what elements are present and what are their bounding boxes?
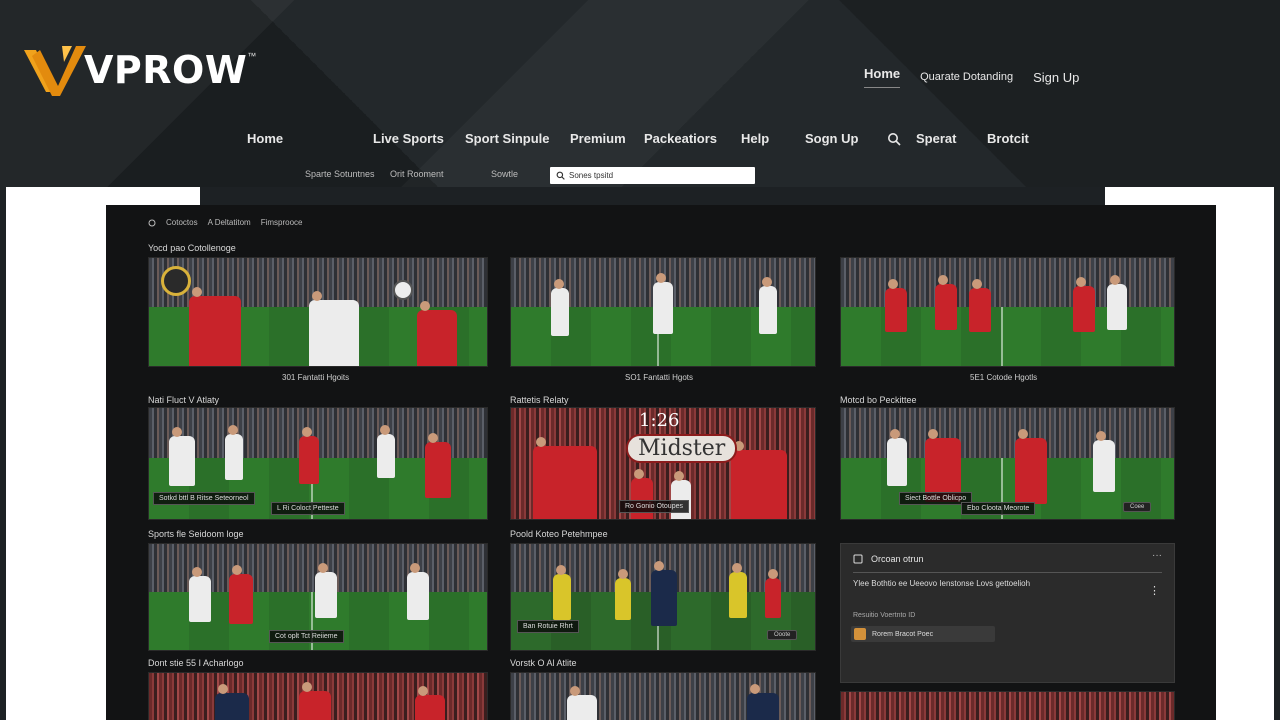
video-thumbnail [511,673,815,720]
nav-sport-sinpule[interactable]: Sport Sinpule [465,131,550,146]
video-pill[interactable]: Coee [1123,502,1152,512]
sub-link-1[interactable]: Sparte Sotuntnes [305,169,375,179]
video-overlay-detail: Ebo Cloota Meorote [961,502,1036,515]
video-thumbnail [841,258,1174,366]
sub-link-2[interactable]: Orit Rooment [390,169,444,179]
video-caption-2: SO1 Fantatti Hgots [625,373,694,382]
search-icon[interactable] [887,132,901,146]
video-thumbnail [511,258,815,366]
top-link-sign-up[interactable]: Sign Up [1033,70,1079,85]
sub-link-3[interactable]: Sowtle [491,169,518,179]
top-link-home[interactable]: Home [864,66,901,88]
search-input[interactable] [569,171,739,180]
top-link-dotanding[interactable]: Quarate Dotanding [920,71,1013,83]
side-panel-title: Orcoan otrun [871,554,924,564]
divider [853,572,1162,573]
breadcrumb-item-1[interactable]: Cotoctos [166,218,198,227]
video-overlay-detail: L Ri Coloct Petteste [271,502,345,515]
score-display: 1:26 [639,410,680,431]
video-caption-1: 301 Fantatti Hgoits [282,373,350,382]
section-title-4: Motcd bo Peckittee [840,395,917,405]
app-icon [853,554,863,564]
video-overlay-info: Ban Rotuie Rhrt [517,620,579,633]
nav-live-sports[interactable]: Live Sports [373,131,444,146]
content-panel: Cotoctos A Deltatitom Fimsprooce Yocd pa… [106,205,1216,720]
section-title-6: Poold Koteo Petehmpee [510,529,608,539]
nav-sperat[interactable]: Sperat [916,131,956,146]
video-card-6[interactable]: Siect Bottle Oblicpo Ebo Cloota Meorote … [840,407,1175,520]
breadcrumb: Cotoctos A Deltatitom Fimsprooce [148,218,303,227]
breadcrumb-item-2[interactable]: A Deltatitom [208,218,251,227]
vprow-logo-icon [24,46,86,96]
nav-home[interactable]: Home [247,131,283,146]
side-panel-item[interactable]: Rorem Bracot Poec [851,626,995,642]
video-card-4[interactable]: Sotkd bttl B Ritse Seteorneol L Ri Coloc… [148,407,488,520]
video-card-1[interactable] [148,257,488,367]
section-title-5: Sports fle Seidoom loge [148,529,244,539]
top-links: Home Quarate Dotanding Sign Up [864,66,1079,88]
section-title-1: Yocd pao Cotollenoge [148,243,236,253]
circle-icon [148,219,156,226]
side-panel-meta: Resuitio Voertnto ID [853,612,916,619]
video-thumbnail [149,258,487,366]
nav-sign-up[interactable]: Sogn Up [805,131,858,146]
trademark: ™ [247,51,257,61]
section-title-3: Rattetis Relaty [510,395,569,405]
section-title-2: Nati Fluct V Atlaty [148,395,220,405]
video-thumbnail [841,692,1174,720]
nav-packeatiors[interactable]: Packeatiors [644,131,717,146]
video-card-9[interactable] [148,672,488,720]
video-caption-3: 5E1 Cotode Hgotls [970,373,1038,382]
side-panel-description: Ylee Bothtio ee Ueeovo Ienstonse Lovs ge… [853,579,1031,588]
more-options-icon[interactable]: ··· [1152,550,1162,561]
content-frame-top-strip [200,187,1105,205]
video-overlay-detail: Ro Gonio Otoupes [619,500,689,513]
section-title-7: Dont stie 55 I Acharlogo [148,658,244,668]
video-card-7[interactable]: Cot oplt Tct Reiieme [148,543,488,651]
promo-banner: Midster [626,434,738,463]
main-nav: Home Live Sports Sport Sinpule Premium P… [0,131,1280,151]
ball-icon [393,280,413,300]
section-title-8: Vorstk O Al Atlite [510,658,577,668]
video-card-11[interactable] [840,691,1175,720]
header: VPROW ™ Home Quarate Dotanding Sign Up Ho… [0,0,1280,190]
video-card-5[interactable]: 1:26 Midster Ro Gonio Otoupes [510,407,816,520]
nav-brotcit[interactable]: Brotcit [987,131,1029,146]
nav-help[interactable]: Help [741,131,769,146]
video-card-2[interactable] [510,257,816,367]
side-panel-header: Orcoan otrun [853,554,924,564]
search-field-icon [556,171,565,180]
video-card-3[interactable] [840,257,1175,367]
brand-logo[interactable]: VPROW ™ [22,42,256,98]
video-pill[interactable]: Ooote [767,630,798,640]
video-overlay-info: Cot oplt Tct Reiieme [269,630,344,643]
video-thumbnail [149,673,487,720]
search-box[interactable] [550,167,755,184]
video-card-8[interactable]: Ban Rotuie Rhrt Ooote [510,543,816,651]
nav-premium[interactable]: Premium [570,131,626,146]
brand-name: VPROW [84,48,248,92]
kebab-menu-icon[interactable]: ⋮ [1149,584,1160,597]
video-card-10[interactable] [510,672,816,720]
side-panel-item-label: Rorem Bracot Poec [872,630,934,638]
video-overlay-info: Sotkd bttl B Ritse Seteorneol [153,492,255,505]
side-info-panel: Orcoan otrun ··· Ylee Bothtio ee Ueeovo … [840,543,1175,683]
breadcrumb-item-3[interactable]: Fimsprooce [261,218,303,227]
item-icon [854,628,866,640]
badge-icon [161,266,191,296]
